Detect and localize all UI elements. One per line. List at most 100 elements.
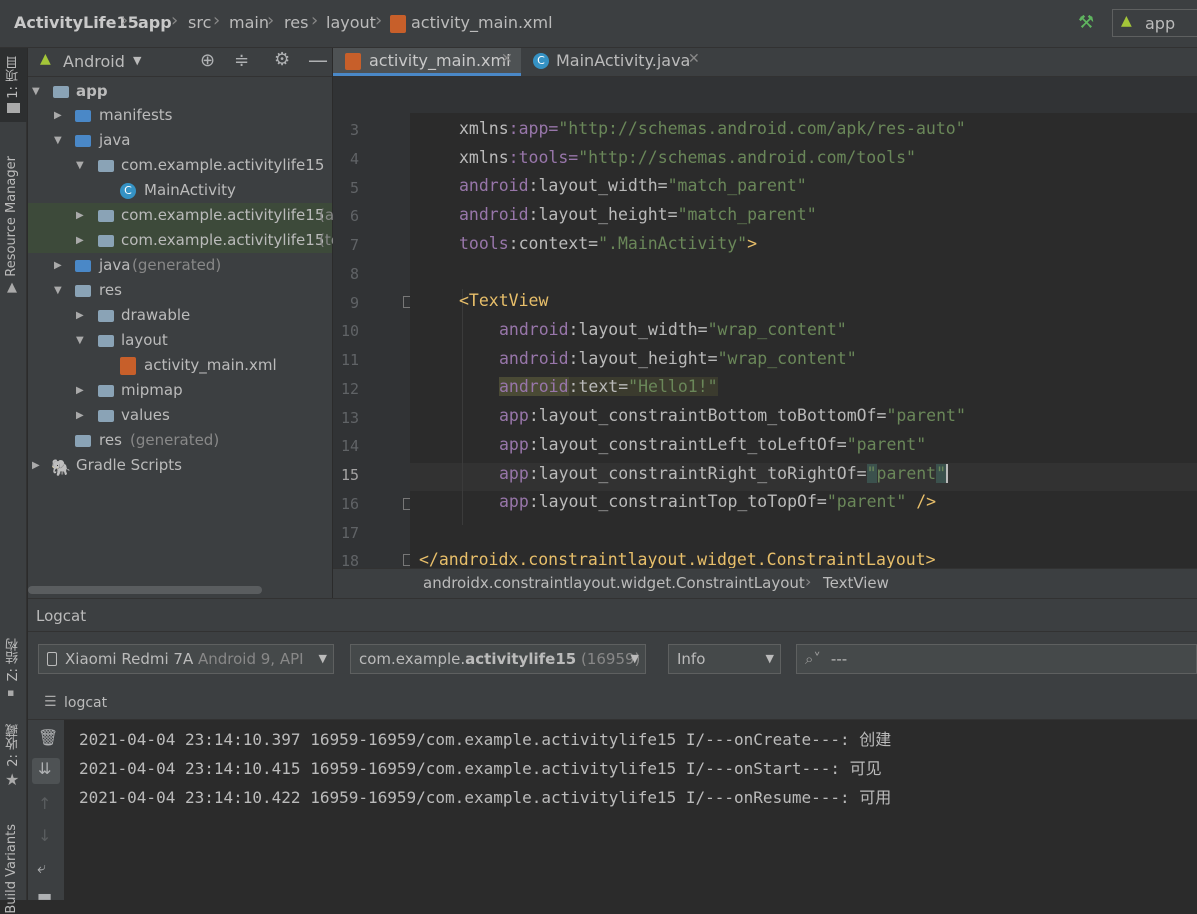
code-token: "wrap_content" <box>717 349 857 368</box>
tab-label: activity_main.xml <box>369 51 511 70</box>
line-number: 9 <box>349 294 359 312</box>
log-line: 2021-04-04 23:14:10.415 16959-16959/com.… <box>79 759 882 778</box>
editor-toolbar-area <box>333 77 1197 113</box>
code-editor[interactable]: xmlns:app="http://schemas.android.com/ap… <box>410 113 1197 568</box>
run-config-select[interactable]: ▲ app <box>1112 9 1197 37</box>
search-icon: ⌕˅ <box>805 650 821 668</box>
breadcrumb-file[interactable]: activity_main.xml <box>411 13 553 32</box>
chevron-down-icon: ▼ <box>318 652 327 665</box>
project-view-select[interactable]: Android <box>63 52 125 71</box>
locate-icon[interactable]: ⊕ <box>200 50 215 71</box>
down-arrow-icon[interactable]: ↓ <box>38 826 51 845</box>
device-select[interactable]: Xiaomi Redmi 7A Android 9, API ▼ <box>38 644 334 674</box>
tool-tab-favorites[interactable]: 2: 收藏 <box>4 724 23 767</box>
module-icon <box>53 86 69 98</box>
trash-icon[interactable]: 🗑 <box>38 728 58 747</box>
chevron-down-icon: ▼ <box>765 652 774 665</box>
folder-icon <box>75 110 91 122</box>
code-line-7: tools:context=".MainActivity"> <box>459 234 757 253</box>
up-arrow-icon[interactable]: ↑ <box>38 794 51 813</box>
log-line: 2021-04-04 23:14:10.422 16959-16959/com.… <box>79 788 892 807</box>
tree-label-suffix: (generated) <box>132 256 222 274</box>
indent-guide <box>462 289 463 525</box>
tree-label: MainActivity <box>144 181 236 199</box>
folder-icon <box>98 410 114 422</box>
tool-tab-structure[interactable]: Z: 结构 <box>4 638 23 681</box>
package-icon <box>98 210 114 222</box>
code-token: /> <box>906 492 937 511</box>
logcat-subtab[interactable]: logcat <box>64 695 107 711</box>
process-prefix: com.example. <box>359 650 466 668</box>
collapsed-icon: ▶ <box>32 460 40 471</box>
breadcrumb-separator: › <box>213 10 221 31</box>
log-level-select[interactable]: Info ▼ <box>668 644 781 674</box>
collapse-all-icon[interactable]: ≑ <box>234 50 249 71</box>
tab-mainactivity-java[interactable]: C MainActivity.java ✕ <box>521 48 711 76</box>
folder-icon <box>98 335 114 347</box>
left-tool-stripe: 1: 项目 Resource Manager ▲ Z: 结构 ▪ 2: 收藏 ★… <box>0 48 27 914</box>
close-icon[interactable]: ✕ <box>501 51 513 67</box>
breadcrumb-res[interactable]: res <box>284 13 308 32</box>
code-token: </androidx.constraintlayout.widget.Const… <box>419 550 936 568</box>
hammer-icon[interactable]: ⚒ <box>1078 12 1094 33</box>
gear-icon[interactable]: ⚙ <box>274 49 290 70</box>
breadcrumb-separator: › <box>171 10 179 31</box>
code-token: "parent" <box>846 435 927 454</box>
expanded-icon: ▼ <box>54 135 62 146</box>
code-line-10: android:layout_width="wrap_content" <box>499 320 847 339</box>
code-token: "Hello1!" <box>628 377 718 396</box>
tree-label: java <box>99 256 131 274</box>
tree-label: mipmap <box>121 381 183 399</box>
logcat-output[interactable]: 2021-04-04 23:14:10.397 16959-16959/com.… <box>64 720 1197 900</box>
editor-breadcrumb-item[interactable]: TextView <box>823 574 889 592</box>
breadcrumb-src[interactable]: src <box>188 13 211 32</box>
line-number: 17 <box>340 524 359 542</box>
gradle-icon: 🐘 <box>51 458 71 477</box>
code-token: app <box>499 492 529 511</box>
chevron-down-icon[interactable]: ▼ <box>133 54 141 67</box>
code-token: :app= <box>508 119 559 138</box>
tab-activity-main-xml[interactable]: activity_main.xml ✕ <box>333 48 521 76</box>
breadcrumb-separator: › <box>805 572 812 591</box>
logcat-title: Logcat <box>36 607 87 625</box>
tool-tab-build-variants[interactable]: Build Variants <box>4 824 19 914</box>
breadcrumb-separator: › <box>375 10 383 31</box>
editor-gutter: 3 4 5 6 7 8 9 10 11 12 13 14 15 16 17 18… <box>333 113 450 570</box>
class-icon: C <box>533 53 549 69</box>
code-token-caret: " <box>936 464 949 483</box>
breadcrumb-layout[interactable]: layout <box>326 13 376 32</box>
horizontal-scrollbar[interactable] <box>28 586 262 594</box>
code-token: > <box>747 234 758 253</box>
breadcrumb-module[interactable]: app <box>138 13 172 32</box>
line-number-current: 15 <box>340 466 359 484</box>
code-token: :layout_constraintTop_toTopOf= <box>528 492 827 511</box>
folder-icon <box>98 385 114 397</box>
tree-label: java <box>99 131 131 149</box>
code-token: android <box>499 349 569 368</box>
code-line-13: app:layout_constraintBottom_toBottomOf="… <box>499 406 966 425</box>
collapsed-icon: ▶ <box>54 110 62 121</box>
tool-tab-project[interactable]: 1: 项目 <box>4 56 23 99</box>
process-select[interactable]: com.example.activitylife15 (16959) ▼ <box>350 644 646 674</box>
soft-wrap-icon[interactable]: ⤶ <box>37 858 46 878</box>
code-token: app <box>499 406 529 425</box>
scroll-to-end-toggle[interactable]: ⇊ <box>32 758 60 784</box>
print-icon[interactable]: ▬ <box>37 886 52 905</box>
code-line-5: android:layout_width="match_parent" <box>459 176 807 195</box>
breadcrumb-main[interactable]: main <box>229 13 269 32</box>
close-icon[interactable]: ✕ <box>688 51 700 67</box>
tree-label: app <box>76 82 108 100</box>
logcat-search-input[interactable]: ⌕˅ --- <box>796 644 1197 674</box>
code-token: tools <box>459 234 509 253</box>
collapsed-icon: ▶ <box>76 210 84 221</box>
android-icon: ▲ <box>40 51 51 67</box>
search-value: --- <box>830 650 848 668</box>
code-token: :layout_width= <box>528 176 668 195</box>
code-token: "wrap_content" <box>707 320 847 339</box>
line-number: 3 <box>349 121 359 139</box>
hide-panel-icon[interactable]: — <box>308 48 328 72</box>
code-line-14: app:layout_constraintLeft_toLeftOf="pare… <box>499 435 926 454</box>
tool-tab-resource-manager[interactable]: Resource Manager <box>4 156 19 277</box>
code-token: <TextView <box>459 291 549 310</box>
editor-breadcrumb-item[interactable]: androidx.constraintlayout.widget.Constra… <box>423 574 805 592</box>
